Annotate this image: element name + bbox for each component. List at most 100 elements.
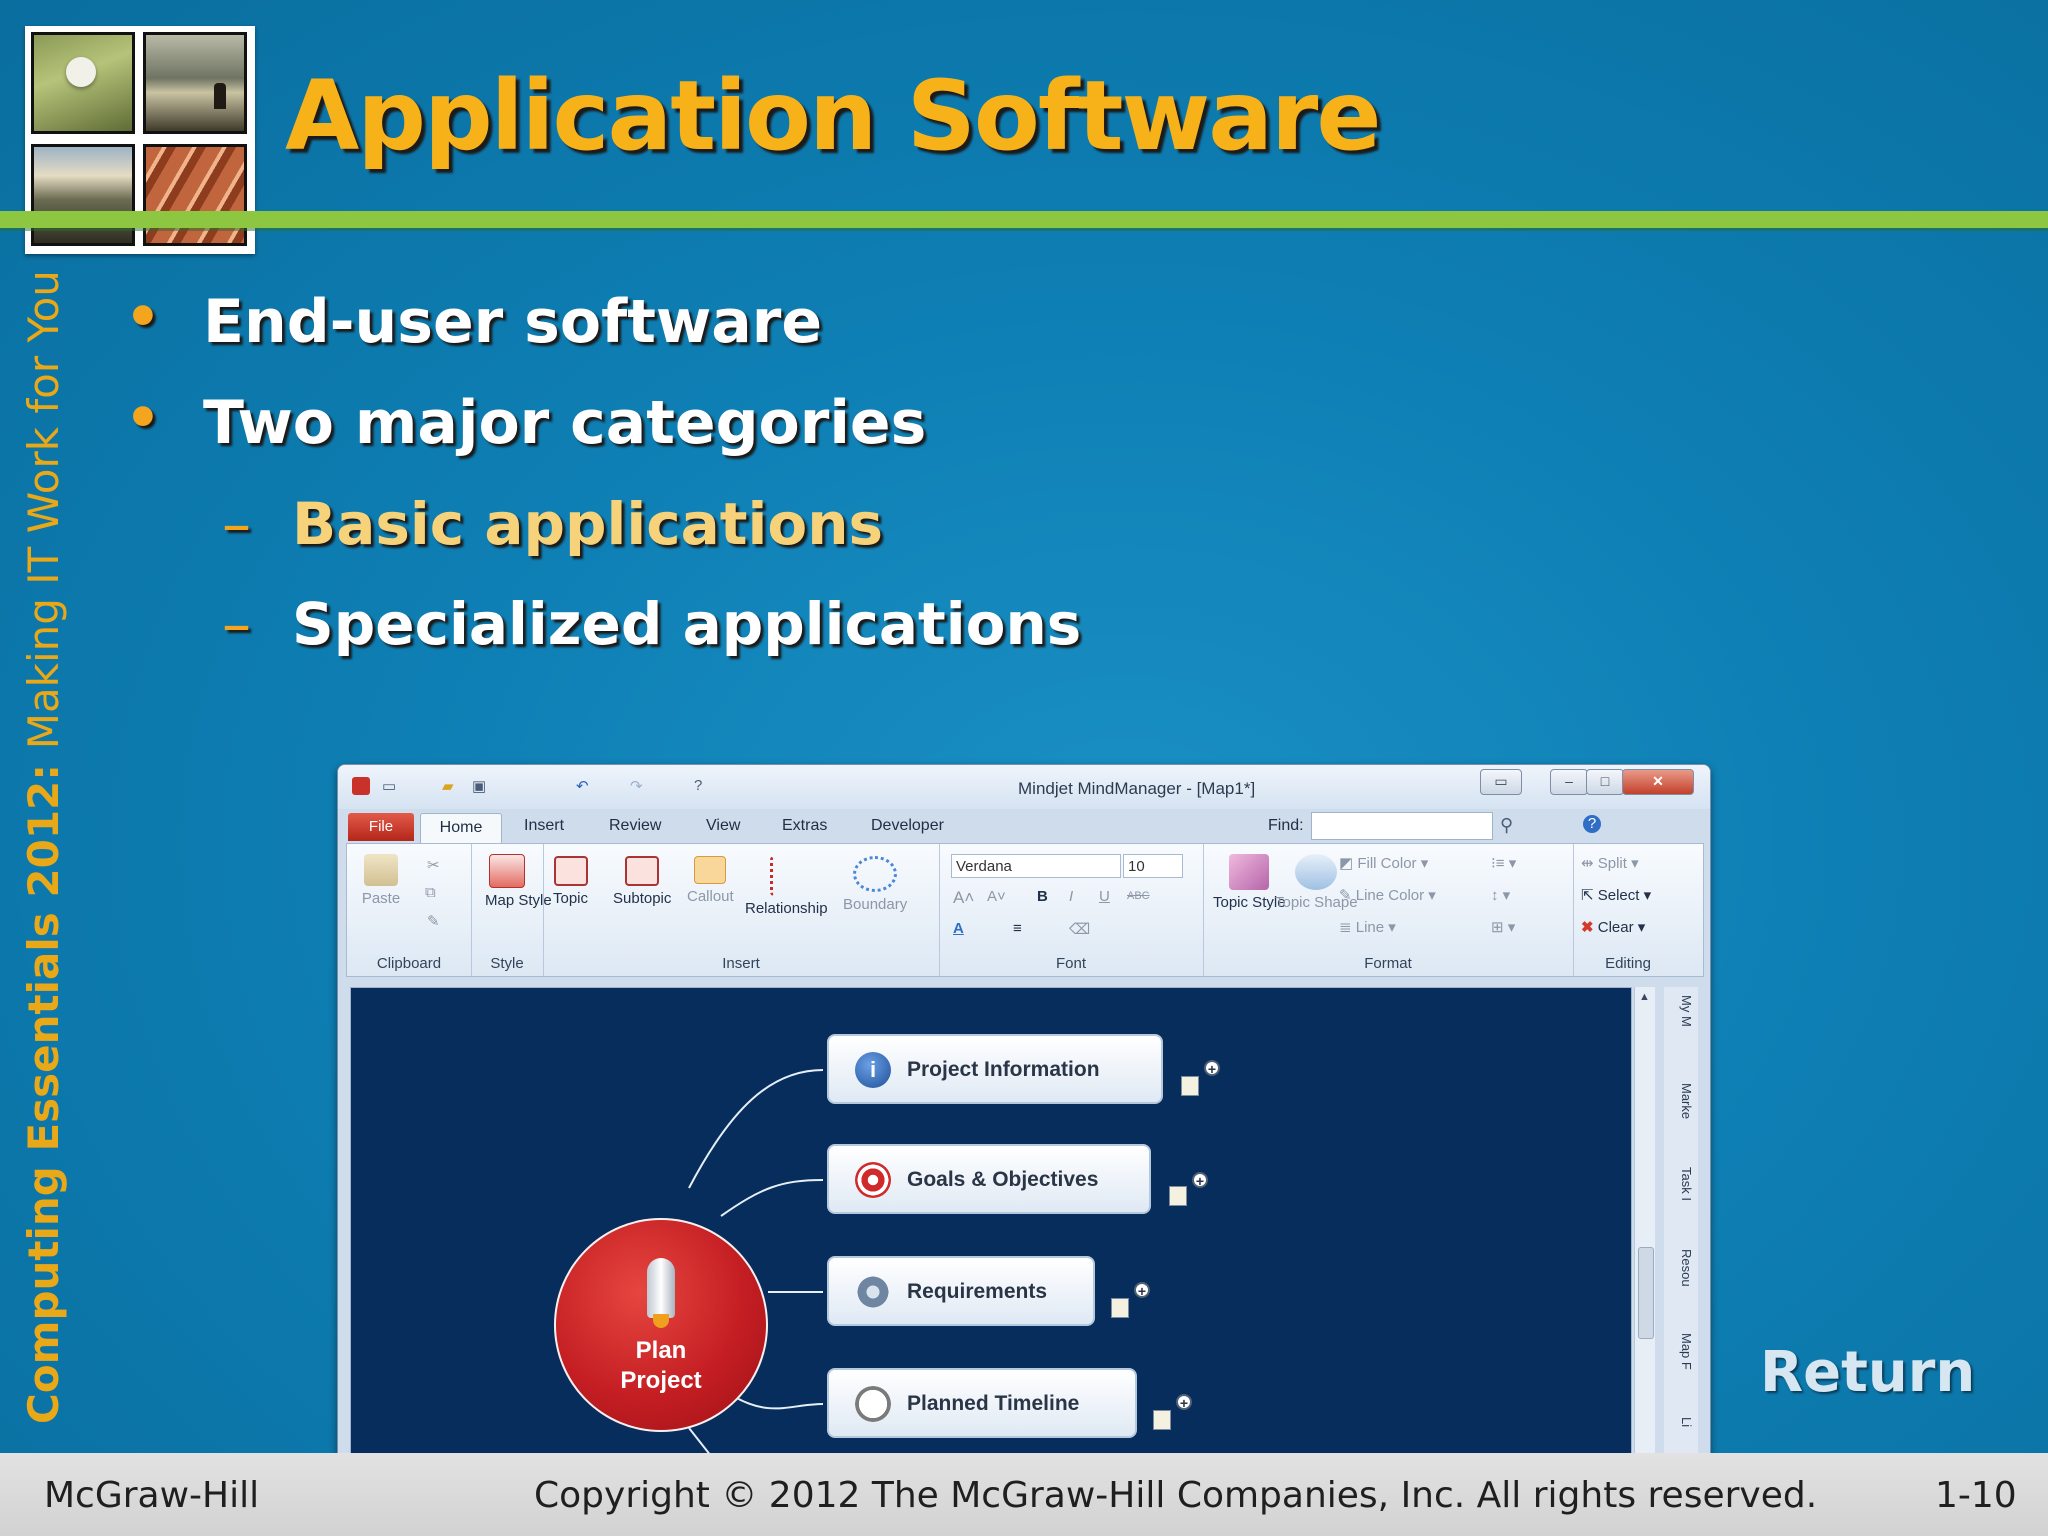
bullet-item: • End-user software (125, 285, 822, 357)
format-painter-icon[interactable]: ✎ (427, 912, 440, 930)
topic-button[interactable]: Topic (553, 856, 588, 907)
maximize-button[interactable]: □ (1586, 769, 1624, 795)
underline-button[interactable]: U (1099, 888, 1110, 905)
line-button[interactable]: ≣ Line ▾ (1339, 918, 1396, 936)
relationship-button[interactable]: Relationship (745, 856, 828, 917)
binoculars-icon[interactable]: ⚲ (1500, 815, 1513, 836)
shrink-font-icon[interactable]: A˅ (987, 888, 1006, 905)
tab-developer[interactable]: Developer (871, 817, 944, 835)
new-doc-icon[interactable]: ▭ (382, 777, 396, 795)
topic-goals-objectives[interactable]: Goals & Objectives (827, 1144, 1151, 1214)
help-small-icon[interactable]: ? (694, 777, 702, 794)
topic-label: Goals & Objectives (907, 1168, 1099, 1191)
gears-icon (855, 1274, 891, 1310)
note-icon[interactable] (1181, 1076, 1199, 1096)
clear-button[interactable]: ✖ Clear ▾ (1581, 918, 1645, 936)
book-title-vertical: Computing Essentials 2012: Making IT Wor… (19, 270, 68, 1424)
select-button[interactable]: ⇱ Select ▾ (1581, 886, 1651, 904)
vertical-scrollbar[interactable]: ▲ (1634, 987, 1655, 1455)
expand-icon[interactable]: + (1192, 1172, 1208, 1189)
style-group: Map Style Style (471, 844, 552, 976)
central-topic-label: Plan Project (554, 1336, 768, 1396)
sub-bullet-text: Basic applications (292, 490, 884, 558)
note-icon[interactable] (1111, 1298, 1129, 1318)
split-button[interactable]: ⇹ Split ▾ (1581, 854, 1639, 872)
clipboard-group-label: Clipboard (376, 955, 442, 972)
redo-icon[interactable]: ↷ (630, 777, 643, 795)
side-tab-library[interactable]: Li (1668, 1417, 1694, 1427)
tab-home[interactable]: Home (420, 813, 502, 844)
cut-icon[interactable]: ✂ (427, 856, 440, 874)
scroll-up-icon[interactable]: ▲ (1639, 991, 1650, 1003)
align-icon[interactable]: ≡ (1013, 920, 1022, 937)
relationship-icon (769, 856, 803, 896)
open-folder-icon[interactable]: ▰ (442, 777, 454, 795)
side-tab-map-filter[interactable]: Map F (1668, 1333, 1694, 1370)
font-group: Verdana 10 A˄ A˅ B I U ABC A ≡ ⌫ Font (939, 844, 1204, 976)
numbering-icon[interactable]: ⁝≡ ▾ (1491, 854, 1516, 872)
italic-button[interactable]: I (1069, 888, 1073, 905)
tab-file[interactable]: File (348, 813, 414, 841)
paste-label: Paste (361, 890, 401, 907)
bold-button[interactable]: B (1037, 888, 1048, 905)
clipboard-group: Paste ✂ ⧉ ✎ Clipboard (347, 844, 472, 976)
expand-icon[interactable]: + (1176, 1394, 1192, 1411)
topic-planned-timeline[interactable]: Planned Timeline (827, 1368, 1137, 1438)
grow-font-icon[interactable]: A˄ (953, 888, 974, 908)
info-icon: i (855, 1052, 891, 1088)
map-style-button[interactable]: Map Style (485, 854, 552, 909)
undo-icon[interactable]: ↶ (576, 777, 589, 795)
close-button[interactable]: ✕ (1622, 769, 1694, 795)
find-input[interactable] (1311, 812, 1493, 840)
app-logo-icon[interactable] (352, 777, 370, 795)
side-tab-my-maps[interactable]: My M (1668, 995, 1694, 1027)
minimize-button[interactable]: – (1550, 769, 1588, 795)
save-icon[interactable]: ▣ (472, 777, 486, 795)
help-icon[interactable]: ? (1583, 815, 1601, 833)
layout-icon[interactable]: ⊞ ▾ (1491, 918, 1515, 936)
note-icon[interactable] (1153, 1410, 1171, 1430)
clear-format-icon[interactable]: ⌫ (1069, 920, 1090, 938)
editing-group-label: Editing (1605, 955, 1651, 972)
font-name-select[interactable]: Verdana (951, 854, 1121, 878)
expand-icon[interactable]: + (1204, 1060, 1220, 1077)
return-link[interactable]: Return (1760, 1340, 1975, 1405)
format-group-label: Format (1364, 955, 1412, 972)
fill-color-button[interactable]: ◩ Fill Color ▾ (1339, 854, 1428, 872)
central-topic[interactable]: Plan Project (554, 1218, 768, 1432)
paste-button[interactable]: Paste (361, 854, 401, 907)
copy-icon[interactable]: ⧉ (425, 884, 436, 901)
slide-title: Application Software (285, 60, 1381, 172)
topic-icon (553, 856, 588, 886)
side-tab-resources[interactable]: Resou (1668, 1249, 1694, 1287)
sort-icon[interactable]: ↕ ▾ (1491, 886, 1510, 904)
relationship-label: Relationship (745, 900, 828, 917)
note-icon[interactable] (1169, 1186, 1187, 1206)
topic-project-information[interactable]: i Project Information (827, 1034, 1163, 1104)
central-topic-line1: Plan (635, 1337, 687, 1364)
expand-icon[interactable]: + (1134, 1282, 1150, 1299)
restore-view-icon[interactable]: ▭ (1480, 769, 1522, 795)
tab-extras[interactable]: Extras (782, 817, 827, 835)
font-color-icon[interactable]: A (953, 920, 964, 937)
clock-icon (855, 1386, 891, 1422)
strikethrough-button[interactable]: ABC (1127, 890, 1150, 902)
line-color-button[interactable]: ✎ Line Color ▾ (1339, 886, 1436, 904)
tab-review[interactable]: Review (609, 817, 661, 835)
font-size-select[interactable]: 10 (1123, 854, 1183, 878)
book-title-bold: Computing Essentials 2012: (19, 763, 68, 1424)
line-label: Line (1355, 919, 1385, 936)
mindmap-canvas[interactable]: Plan Project i Project Information + Goa… (350, 987, 1632, 1455)
callout-button[interactable]: Callout (687, 856, 734, 905)
sub-bullet-text: Specialized applications (292, 590, 1082, 658)
side-tab-markers[interactable]: Marke (1668, 1083, 1694, 1119)
slide: Application Software Computing Essential… (0, 0, 2048, 1536)
tab-insert[interactable]: Insert (524, 817, 564, 835)
subtopic-button[interactable]: Subtopic (613, 856, 671, 907)
tab-view[interactable]: View (706, 817, 740, 835)
line-icon: ≣ (1339, 919, 1352, 936)
topic-requirements[interactable]: Requirements (827, 1256, 1095, 1326)
side-tab-task-info[interactable]: Task I (1668, 1167, 1694, 1201)
scroll-thumb[interactable] (1638, 1247, 1654, 1339)
boundary-button[interactable]: Boundary (843, 856, 907, 913)
